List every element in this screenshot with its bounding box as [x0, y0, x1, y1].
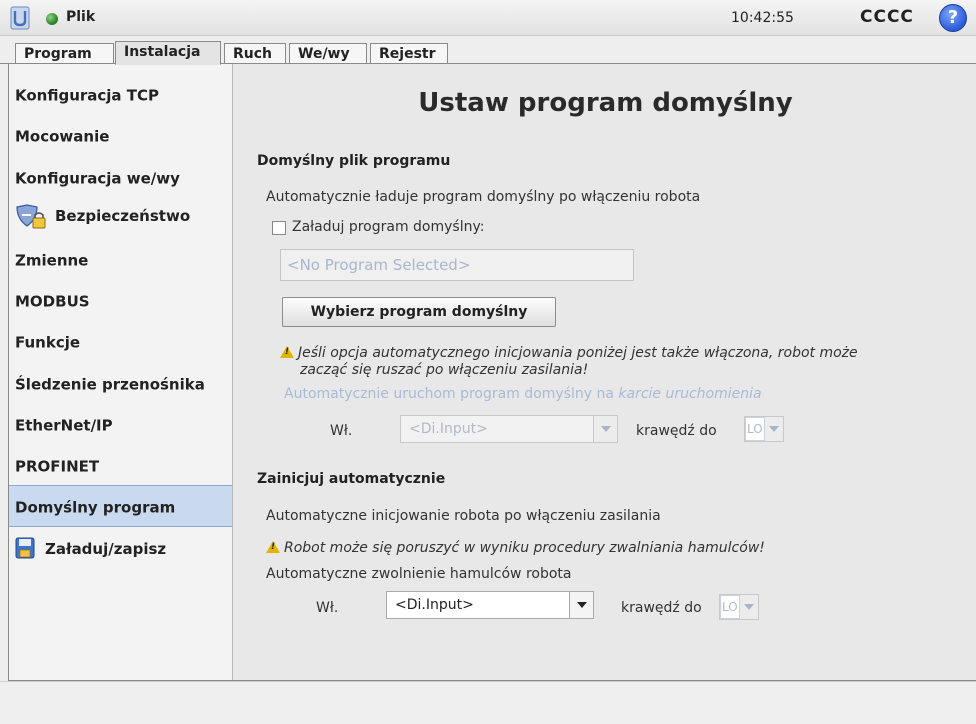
autostart-warning-line1: Jeśli opcja automatycznego inicjowania p… [280, 345, 858, 361]
autostart-edge-value: LO [745, 417, 765, 441]
sidebar-item-zmienne[interactable]: Zmienne [9, 241, 232, 281]
content-panel: Ustaw program domyślny Domyślny plik pro… [234, 64, 976, 680]
brake-edge-value: LO [720, 595, 740, 619]
tab-ruch[interactable]: Ruch [224, 43, 286, 65]
ur-logo-icon [10, 6, 30, 30]
select-default-program-button[interactable]: Wybierz program domyślny [282, 297, 556, 327]
brake-input-value: <Di.Input> [395, 597, 474, 613]
autostart-input-label: Wł. [330, 423, 353, 439]
sidebar-item-default-program[interactable]: Domyślny program [9, 485, 232, 527]
brake-release-label: Automatyczne zwolnienie hamulców robota [266, 566, 572, 582]
sidebar-item-label: Funkcje [15, 333, 81, 352]
top-bar: Plik 10:42:55 CCCC ? [0, 0, 976, 36]
auto-init-description: Automatyczne inicjowanie robota po włącz… [266, 508, 661, 524]
sidebar-item-mocowanie[interactable]: Mocowanie [9, 117, 232, 157]
autostart-tab-link: karcie uruchomienia [618, 386, 762, 402]
main-frame: Konfiguracja TCP Mocowanie Konfiguracja … [8, 63, 976, 681]
warning-icon [280, 346, 294, 358]
sidebar-item-profinet[interactable]: PROFINET [9, 447, 232, 487]
autostart-text: Automatycznie uruchom program domyślny n… [284, 386, 619, 402]
chevron-down-icon [569, 592, 593, 618]
sidebar-item-label: Konfiguracja TCP [15, 86, 160, 105]
warning-text: Jeśli opcja automatycznego inicjowania p… [298, 345, 858, 361]
sidebar-item-label: Domyślny program [15, 498, 176, 517]
file-menu[interactable]: Plik [66, 9, 95, 25]
brake-edge-label: krawędź do [621, 600, 702, 616]
brake-input-select[interactable]: <Di.Input> [386, 591, 594, 619]
auto-init-section-title: Zainicjuj automatycznie [257, 471, 446, 487]
sidebar-item-label: Konfiguracja we/wy [15, 169, 180, 188]
sidebar-item-funkcje[interactable]: Funkcje [9, 323, 232, 363]
clock: 10:42:55 [731, 10, 794, 26]
sidebar-item-label: Bezpieczeństwo [55, 207, 191, 225]
tab-instalacja[interactable]: Instalacja [115, 41, 221, 65]
default-file-description: Automatycznie ładuje program domyślny po… [266, 189, 701, 205]
sidebar-item-label: Śledzenie przenośnika [15, 375, 205, 394]
autostart-description: Automatycznie uruchom program domyślny n… [284, 386, 762, 402]
autostart-input-select[interactable]: <Di.Input> [400, 415, 618, 443]
load-default-label: Załaduj program domyślny: [292, 219, 485, 235]
warning-icon [266, 541, 280, 553]
sidebar-item-security[interactable]: Bezpieczeństwo [9, 196, 232, 236]
default-program-field[interactable]: <No Program Selected> [280, 249, 634, 281]
installation-sidebar: Konfiguracja TCP Mocowanie Konfiguracja … [9, 64, 233, 680]
brake-warning-text: Robot może się poruszyć w wyniku procedu… [284, 540, 765, 556]
robot-status-icon [46, 13, 58, 25]
sidebar-item-label: Załaduj/zapisz [45, 540, 167, 558]
page-title: Ustaw program domyślny [418, 88, 793, 118]
tab-program[interactable]: Program [15, 43, 114, 65]
sidebar-item-load-save[interactable]: Załaduj/zapisz [9, 527, 232, 567]
sidebar-item-io-config[interactable]: Konfiguracja we/wy [9, 159, 232, 199]
sidebar-item-modbus[interactable]: MODBUS [9, 282, 232, 322]
load-default-checkbox[interactable] [272, 221, 286, 235]
sidebar-item-conveyor[interactable]: Śledzenie przenośnika [9, 365, 232, 405]
tab-rejestr[interactable]: Rejestr [370, 43, 448, 65]
tab-we-wy[interactable]: We/wy [289, 43, 367, 65]
brake-edge-select[interactable]: LO [719, 594, 759, 620]
main-tabs: Program Instalacja Ruch We/wy Rejestr [0, 36, 976, 65]
sidebar-item-label: MODBUS [15, 292, 90, 311]
chevron-down-icon [765, 417, 783, 441]
chevron-down-icon [740, 595, 758, 619]
brake-input-label: Wł. [316, 600, 339, 616]
sidebar-item-label: PROFINET [15, 457, 100, 476]
autostart-warning-line2: zacząć się ruszać po włączeniu zasilania… [300, 362, 589, 378]
sidebar-item-ethernet-ip[interactable]: EtherNet/IP [9, 406, 232, 446]
autostart-edge-select[interactable]: LO [744, 416, 784, 442]
autostart-edge-label: krawędź do [636, 423, 717, 439]
default-file-section-title: Domyślny plik programu [257, 153, 451, 169]
sidebar-item-label: Mocowanie [15, 127, 110, 146]
sidebar-item-label: EtherNet/IP [15, 416, 113, 435]
brake-warning: Robot może się poruszyć w wyniku procedu… [266, 540, 765, 556]
sidebar-item-label: Zmienne [15, 251, 89, 270]
floppy-disk-icon [15, 537, 39, 561]
shield-lock-icon [15, 204, 49, 229]
bottom-bar [0, 681, 976, 724]
chevron-down-icon [593, 416, 617, 442]
autostart-input-value: <Di.Input> [409, 421, 488, 437]
help-icon[interactable]: ? [939, 4, 967, 32]
sidebar-item-tcp[interactable]: Konfiguracja TCP [9, 76, 232, 116]
robot-name: CCCC [860, 7, 914, 27]
